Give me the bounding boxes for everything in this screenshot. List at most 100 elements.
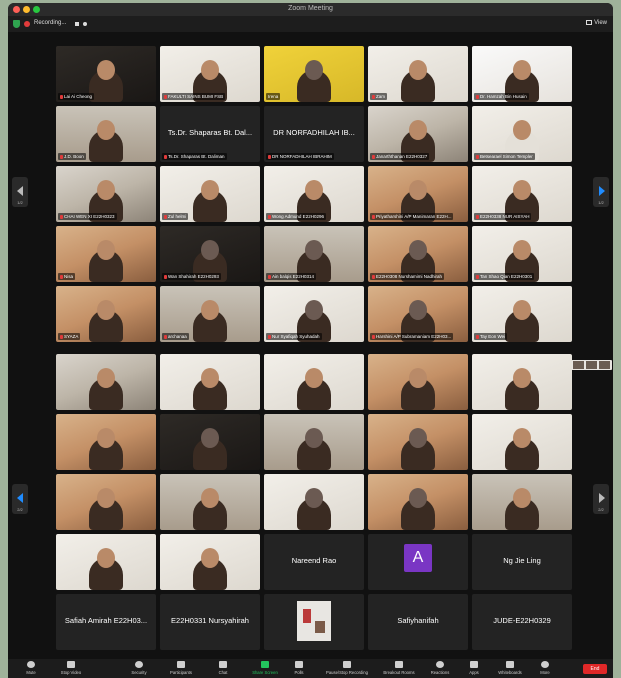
video-tile[interactable]: A — [368, 534, 468, 590]
video-tile[interactable]: Dr. Hamzah Bin Husain — [472, 46, 572, 102]
muted-icon — [372, 275, 375, 279]
polls-button[interactable]: Polls — [278, 661, 320, 675]
participant-display-name: DR NORFADHILAH IB... — [273, 128, 355, 137]
video-tile[interactable]: Betsearael Simon Templer — [472, 106, 572, 162]
more-button[interactable]: More — [524, 661, 566, 675]
video-tile[interactable]: E22H0331 Nursyahirah — [160, 594, 260, 650]
view-button[interactable]: View — [586, 20, 607, 26]
video-tile[interactable]: FAKULTI SAINS BUMI FSB — [160, 46, 260, 102]
video-tile[interactable]: Ts.Dr. Shaparas Bt. Dal... Ts.Dr. Shapara… — [160, 106, 260, 162]
stop-video-button[interactable]: Stop Video — [50, 661, 92, 675]
video-tile[interactable]: SYAZA — [56, 286, 156, 342]
muted-icon — [60, 95, 63, 99]
title-bar: Zoom Meeting — [8, 3, 613, 16]
next-page-button[interactable]: 2/2 — [593, 484, 609, 514]
end-meeting-button[interactable]: End — [583, 664, 607, 674]
muted-icon — [476, 155, 479, 159]
pause-stop-recording-button[interactable]: Pause/Stop Recording — [326, 661, 368, 675]
page-indicator: 1/2 — [17, 200, 23, 205]
previous-page-button[interactable]: 1/2 — [12, 177, 28, 207]
video-tile[interactable]: Janarththanan E22H0327 — [368, 106, 468, 162]
video-tile[interactable] — [264, 474, 364, 530]
video-tile[interactable]: Tay Eon Wei — [472, 286, 572, 342]
video-tile[interactable]: Ain balqis E22H0314 — [264, 226, 364, 282]
stop-video-label: Stop Video — [60, 670, 82, 675]
participant-video — [89, 240, 123, 282]
participant-video — [505, 428, 539, 470]
mute-button[interactable]: Mute — [10, 661, 52, 675]
breakout-rooms-label: Breakout Rooms — [383, 670, 415, 675]
video-tile[interactable] — [160, 534, 260, 590]
video-tile[interactable]: Lai Ai Cheong — [56, 46, 156, 102]
video-tile[interactable]: Irena — [264, 46, 364, 102]
video-tile[interactable]: E22H0308 Nurshamimi Nadhirah — [368, 226, 468, 282]
breakout-rooms-button[interactable]: Breakout Rooms — [378, 661, 420, 675]
video-tile[interactable] — [368, 474, 468, 530]
participant-video — [297, 368, 331, 410]
participant-video — [193, 428, 227, 470]
video-tile[interactable] — [56, 474, 156, 530]
video-tile[interactable] — [160, 474, 260, 530]
participant-name: Zam — [370, 93, 387, 100]
video-tile[interactable]: Wan Shahirah E22H0293 — [160, 226, 260, 282]
video-tile[interactable]: Safiyhanifah — [368, 594, 468, 650]
video-tile[interactable]: DR NORFADHILAH IB... DR NORFADHILAH IBRAH… — [264, 106, 364, 162]
video-tile[interactable] — [160, 354, 260, 410]
video-tile[interactable]: Zam — [368, 46, 468, 102]
video-tile[interactable]: E22H0338 NUR AISYAH — [472, 166, 572, 222]
video-tile[interactable] — [56, 534, 156, 590]
video-tile[interactable]: CHAI WEN XI E22H0323 — [56, 166, 156, 222]
video-tile[interactable] — [472, 474, 572, 530]
muted-icon — [476, 95, 479, 99]
thumbnail — [599, 361, 610, 369]
chevron-right-icon — [599, 186, 605, 196]
participant-name: E22H0338 NUR AISYAH — [474, 213, 532, 220]
security-button[interactable]: Security — [118, 661, 160, 675]
video-tile[interactable]: J.D. Boon — [56, 106, 156, 162]
profile-picture — [297, 601, 331, 641]
shield-icon — [135, 661, 143, 668]
participant-video — [505, 488, 539, 530]
video-tile[interactable]: Ng Jie Ling — [472, 534, 572, 590]
stop-recording-icon[interactable] — [83, 22, 87, 26]
video-tile[interactable] — [264, 354, 364, 410]
video-tile[interactable] — [368, 354, 468, 410]
previous-page-button[interactable]: 2/2 — [12, 484, 28, 514]
video-tile[interactable]: Nareend Rao — [264, 534, 364, 590]
video-tile[interactable] — [56, 354, 156, 410]
reactions-icon — [436, 661, 444, 668]
participant-video — [401, 368, 435, 410]
video-tile[interactable]: Zul helmi — [160, 166, 260, 222]
video-tile[interactable] — [264, 594, 364, 650]
participant-name: Harshini A/P Subramaniam E22H03... — [370, 333, 454, 340]
video-tile[interactable]: Nur Syafiqah Syuhadah — [264, 286, 364, 342]
participant-name: Ts.Dr. Shaparas Bt. Daliman — [162, 153, 227, 160]
video-tile[interactable] — [368, 414, 468, 470]
next-page-button[interactable]: 1/2 — [593, 177, 609, 207]
video-tile[interactable]: Safiah Amirah E22H03... — [56, 594, 156, 650]
chat-button[interactable]: Chat — [202, 661, 244, 675]
video-tile[interactable]: Nisa — [56, 226, 156, 282]
video-tile[interactable] — [472, 414, 572, 470]
chevron-left-icon — [17, 186, 23, 196]
video-tile[interactable]: Priyatharshini A/P Manimaran E22H... — [368, 166, 468, 222]
video-tile[interactable] — [160, 414, 260, 470]
muted-icon — [164, 275, 167, 279]
video-tile[interactable] — [56, 414, 156, 470]
video-tile[interactable]: Wong Admund E22H0296 — [264, 166, 364, 222]
participant-name: Tan Shao Qian E22H0301 — [474, 273, 535, 280]
video-tile[interactable]: JUDE-E22H0329 — [472, 594, 572, 650]
muted-icon — [60, 275, 63, 279]
security-shield-icon[interactable] — [13, 20, 20, 28]
participant-name: Wan Shahirah E22H0293 — [162, 273, 221, 280]
video-tile[interactable]: archanaa — [160, 286, 260, 342]
chat-icon — [219, 661, 227, 668]
video-tile[interactable]: Tan Shao Qian E22H0301 — [472, 226, 572, 282]
video-tile[interactable] — [264, 414, 364, 470]
participant-display-name: Safiyhanifah — [397, 616, 439, 625]
pause-recording-icon[interactable] — [75, 22, 79, 26]
participant-video — [89, 60, 123, 102]
participants-button[interactable]: Participants — [160, 661, 202, 675]
video-tile[interactable]: Harshini A/P Subramaniam E22H03... — [368, 286, 468, 342]
video-tile[interactable] — [472, 354, 572, 410]
